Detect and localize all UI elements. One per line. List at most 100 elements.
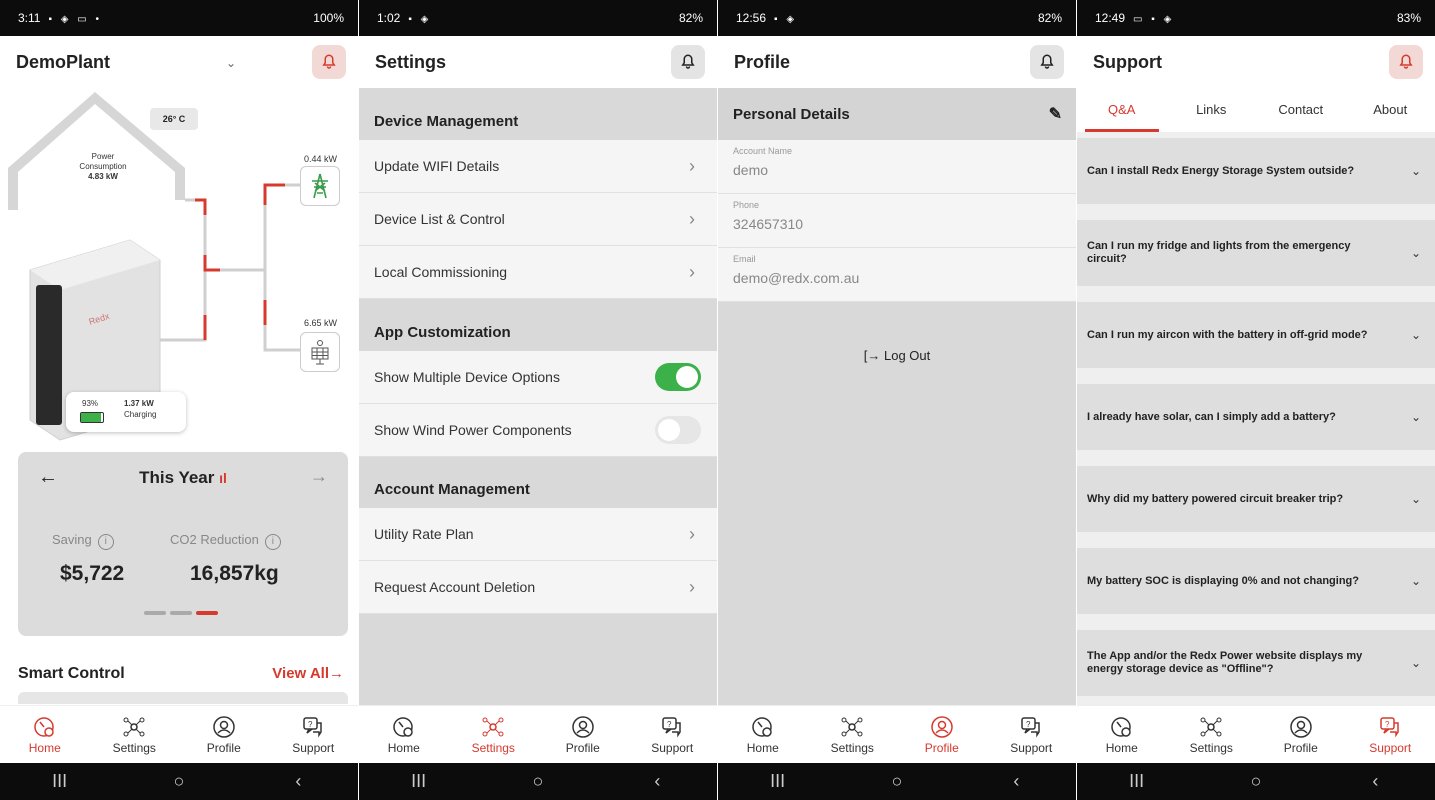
home-button[interactable]: ○ [508,771,568,792]
nav-support[interactable]: ? Support [996,715,1066,755]
wind-power-toggle[interactable] [655,416,701,444]
chevron-down-icon: ⌄ [1410,409,1421,424]
info-icon[interactable]: i [97,534,114,550]
home-button[interactable]: ○ [867,771,927,792]
notification-button[interactable] [1389,45,1423,79]
back-button[interactable]: ‹ [627,771,687,792]
support-screen: 12:49 ▭ ▪ ◈ 83% Support Q&A Links Contact… [1077,0,1435,800]
svg-text:?: ? [1026,720,1031,729]
page-dot-active[interactable] [196,611,218,615]
bottom-navigation: Home Settings Profile ? Support [718,705,1076,763]
consumption-label: Power Consumption [79,152,127,171]
notification-button[interactable] [1030,45,1064,79]
multiple-device-row: Show Multiple Device Options [359,351,717,404]
chevron-right-icon: › [689,523,695,544]
battery-status: 100% [313,11,344,25]
device-list-row[interactable]: Device List & Control › [359,193,717,246]
flow-highlights [195,183,285,340]
notification-button[interactable] [312,45,346,79]
gauge-icon [752,716,772,737]
bell-icon [1040,54,1054,69]
row-label: Show Multiple Device Options [374,369,560,385]
nav-settings[interactable]: Settings [458,715,528,755]
nav-support[interactable]: ? Support [637,715,707,755]
edit-pencil-icon[interactable]: ✎ [1049,104,1062,124]
multiple-device-toggle[interactable] [655,363,701,391]
nav-profile[interactable]: Profile [1266,715,1336,755]
nav-home[interactable]: Home [369,715,439,755]
next-period-arrow[interactable]: → [310,466,328,487]
home-button[interactable]: ○ [1226,771,1286,792]
battery-level-icon [80,412,104,423]
field-value: 324657310 [733,216,804,232]
nav-support[interactable]: ? Support [1355,715,1425,755]
nav-settings[interactable]: Settings [817,715,887,755]
svg-text:?: ? [308,720,313,729]
recents-button[interactable]: III [748,771,808,792]
nav-label: Support [292,740,335,755]
nav-profile[interactable]: Profile [189,715,259,755]
nav-profile[interactable]: Profile [907,715,977,755]
update-wifi-row[interactable]: Update WIFI Details › [359,140,717,193]
settings-screen: 1:02 ▪ ◈ 82% Settings Device Management U… [359,0,717,800]
back-button[interactable]: ‹ [986,771,1046,792]
solar-panel-button[interactable] [300,332,340,372]
logout-label: Log Out [883,348,931,363]
recents-button[interactable]: III [1107,771,1167,792]
saving-label-row: Saving i [52,532,114,550]
power-consumption: Power Consumption 4.83 kW [70,152,136,182]
status-icons: ▪ ◈ [408,14,432,25]
page-dot[interactable] [170,611,192,615]
nav-home[interactable]: Home [728,715,798,755]
back-button[interactable]: ‹ [1345,771,1405,792]
tab-links[interactable]: Links [1167,88,1257,132]
nav-home[interactable]: Home [1087,715,1157,755]
faq-item[interactable]: Can I install Redx Energy Storage System… [1077,138,1435,204]
nav-settings[interactable]: Settings [99,715,169,755]
faq-item[interactable]: My battery SOC is displaying 0% and not … [1077,548,1435,614]
chevron-down-icon[interactable]: ⌄ [226,56,236,70]
faq-item[interactable]: I already have solar, can I simply add a… [1077,384,1435,450]
nav-label: Profile [1283,740,1318,755]
info-icon[interactable]: i [264,534,281,550]
status-bar: 12:56 ▪ ◈ 82% [718,0,1076,36]
field-value: demo@redx.com.au [733,270,860,286]
recents-button[interactable]: III [389,771,449,792]
faq-item[interactable]: Can I run my fridge and lights from the … [1077,220,1435,286]
notification-button[interactable] [671,45,705,79]
saving-value: $5,722 [60,562,125,585]
home-button[interactable]: ○ [149,771,209,792]
account-deletion-row[interactable]: Request Account Deletion › [359,561,717,614]
back-button[interactable]: ‹ [268,771,328,792]
nav-settings[interactable]: Settings [1176,715,1246,755]
view-all-link[interactable]: View All→ [272,665,344,682]
logout-button[interactable]: [→ Log Out [718,348,1076,363]
tab-qa[interactable]: Q&A [1077,88,1167,132]
tab-contact[interactable]: Contact [1256,88,1346,132]
plant-selector[interactable]: DemoPlant [16,52,110,73]
tab-about[interactable]: About [1346,88,1435,132]
bar-chart-icon[interactable]: ıl [219,470,227,486]
local-commissioning-row[interactable]: Local Commissioning › [359,246,717,299]
email-field[interactable]: Email demo@redx.com.au [718,248,1076,302]
bell-icon [681,54,695,69]
battery-card[interactable]: 93% 1.37 kW Charging [66,392,186,432]
battery-soc: 93% [82,399,99,408]
solar-power-value: 6.65 kW [304,318,338,328]
faq-question: The App and/or the Redx Power website di… [1087,650,1363,675]
page-dot[interactable] [144,611,166,615]
account-name-field[interactable]: Account Name demo [718,140,1076,194]
grid-tower-button[interactable] [300,166,340,206]
nav-profile[interactable]: Profile [548,715,618,755]
faq-item[interactable]: Can I run my aircon with the battery in … [1077,302,1435,368]
nav-label: Home [1105,740,1138,755]
utility-rate-row[interactable]: Utility Rate Plan › [359,508,717,561]
recents-button[interactable]: III [30,771,90,792]
nav-home[interactable]: Home [10,715,80,755]
nav-label: Home [387,740,420,755]
page-title: Settings [375,51,447,72]
phone-field[interactable]: Phone 324657310 [718,194,1076,248]
nav-support[interactable]: ? Support [278,715,348,755]
faq-item[interactable]: The App and/or the Redx Power website di… [1077,630,1435,696]
faq-item[interactable]: Why did my battery powered circuit break… [1077,466,1435,532]
